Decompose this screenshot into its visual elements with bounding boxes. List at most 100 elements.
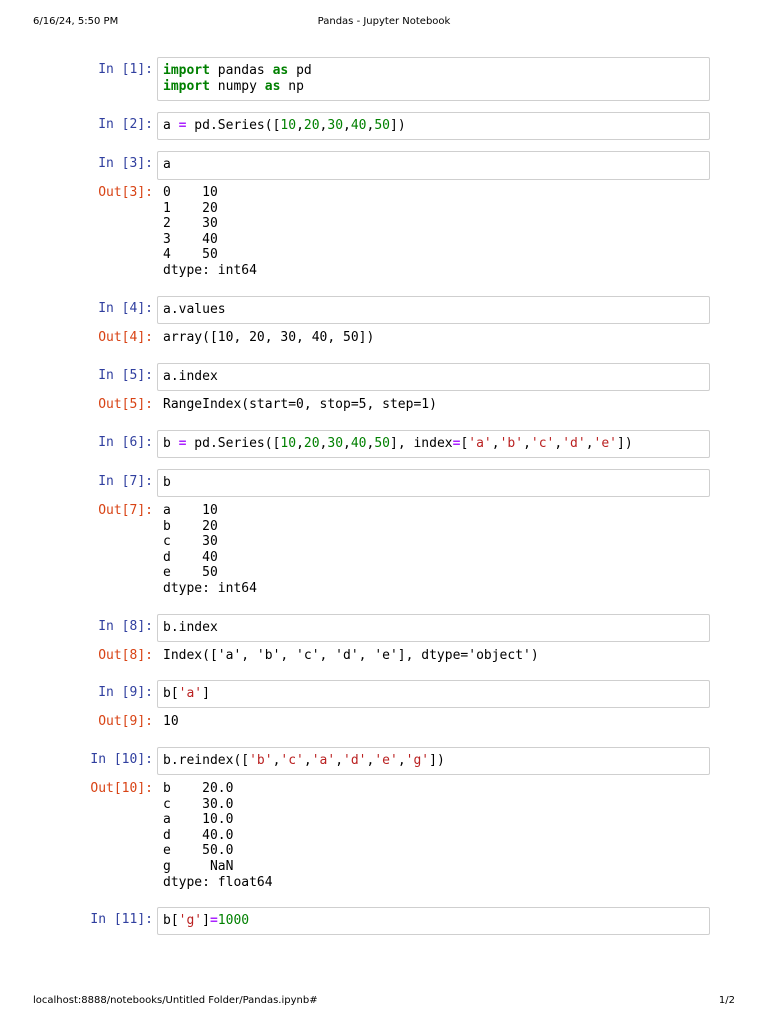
code-token: 'e' [374, 753, 398, 768]
output-prompt: Out[10]: [90, 781, 153, 796]
code-token: a.index [163, 369, 218, 384]
output-prompt: Out[5]: [98, 397, 153, 412]
input-prompt: In [1]: [98, 62, 153, 77]
code-token: pd [288, 63, 312, 78]
output-prompt: Out[8]: [98, 648, 153, 663]
code-editor[interactable]: a [158, 152, 709, 173]
output-prompt: Out[3]: [98, 185, 153, 200]
code-cell-10[interactable]: b.reindex(['b','c','a','d','e','g']) [157, 747, 710, 775]
code-cell-3[interactable]: a [157, 151, 710, 180]
code-editor[interactable]: a = pd.Series([10,20,30,40,50]) [158, 113, 709, 134]
code-editor[interactable]: import pandas as pd import numpy as np [158, 58, 709, 94]
code-token: b.reindex([ [163, 753, 250, 768]
code-token: , [585, 436, 594, 451]
code-token: 10 [280, 436, 297, 451]
code-token: ] [202, 686, 210, 701]
code-token: 50 [374, 436, 390, 451]
code-token: ]) [617, 436, 633, 451]
code-token: ], index [390, 436, 453, 451]
code-editor[interactable]: a.index [158, 364, 709, 385]
code-token: pandas [209, 63, 273, 78]
code-cell-9[interactable]: b['a'] [157, 680, 710, 708]
code-editor[interactable]: b.reindex(['b','c','a','d','e','g']) [158, 748, 709, 769]
code-token: 'a' [178, 686, 203, 701]
code-cell-8[interactable]: b.index [157, 614, 710, 642]
code-token: pd.Series([ [186, 436, 281, 451]
code-token: b[ [163, 913, 179, 928]
code-editor[interactable]: b['g']=1000 [158, 908, 709, 929]
code-token: , [296, 118, 304, 133]
code-editor[interactable]: b [158, 470, 709, 491]
input-prompt: In [5]: [98, 368, 153, 383]
code-token: as [264, 78, 281, 94]
code-token: b[ [163, 686, 179, 701]
code-token: , [335, 753, 344, 768]
cell-output-8: Index(['a', 'b', 'c', 'd', 'e'], dtype='… [163, 648, 539, 663]
code-token: 'c' [530, 436, 555, 451]
code-editor[interactable]: b['a'] [158, 681, 709, 702]
code-editor[interactable]: b = pd.Series([10,20,30,40,50], index=['… [158, 431, 709, 452]
output-prompt: Out[9]: [98, 714, 153, 729]
output-prompt: Out[7]: [98, 503, 153, 518]
code-cell-1[interactable]: import pandas as pd import numpy as np [157, 57, 710, 101]
code-token: , [523, 436, 531, 451]
code-cell-6[interactable]: b = pd.Series([10,20,30,40,50], index=['… [157, 430, 710, 458]
code-token: ] [202, 913, 210, 928]
code-editor[interactable]: a.values [158, 297, 709, 318]
output-prompt: Out[4]: [98, 330, 153, 345]
code-token: 40 [350, 436, 367, 451]
code-token: , [343, 436, 351, 451]
cell-output-5: RangeIndex(start=0, stop=5, step=1) [163, 397, 437, 412]
code-cell-7[interactable]: b [157, 469, 710, 497]
code-token: 'e' [593, 436, 618, 451]
code-token: = [209, 913, 218, 928]
input-prompt: In [9]: [98, 685, 153, 700]
code-token: 'd' [562, 436, 586, 451]
code-token: pd.Series([ [186, 118, 281, 133]
code-token: b [163, 475, 171, 490]
cell-output-4: array([10, 20, 30, 40, 50]) [163, 330, 375, 345]
code-token: a [163, 157, 171, 172]
input-prompt: In [11]: [90, 912, 153, 927]
code-token: np [280, 78, 304, 94]
cell-output-9: 10 [163, 714, 179, 729]
input-prompt: In [8]: [98, 619, 153, 634]
page-url: localhost:8888/notebooks/Untitled Folder… [33, 995, 318, 1006]
code-token: 20 [303, 118, 320, 133]
code-token: , [296, 436, 304, 451]
code-cell-11[interactable]: b['g']=1000 [157, 907, 710, 935]
code-token: 1000 [217, 913, 250, 928]
cell-output-7: a 10 b 20 c 30 d 40 e 50 dtype: int64 [163, 503, 257, 596]
code-token: as [272, 63, 289, 78]
code-token: , [397, 753, 406, 768]
page-title: Pandas - Jupyter Notebook [317, 16, 451, 27]
code-token: b.index [163, 620, 218, 635]
input-prompt: In [6]: [98, 435, 153, 450]
input-prompt: In [10]: [90, 752, 153, 767]
code-token: import [163, 63, 210, 78]
code-cell-2[interactable]: a = pd.Series([10,20,30,40,50]) [157, 112, 710, 140]
code-token: numpy [209, 78, 265, 94]
code-token: 'a' [468, 436, 492, 451]
code-token: 'b' [499, 436, 524, 451]
code-token: 'g' [178, 913, 203, 928]
code-editor[interactable]: b.index [158, 615, 709, 636]
page-number: 1/2 [718, 995, 735, 1006]
code-token: ]) [390, 118, 406, 133]
code-token: a [163, 118, 179, 133]
code-token: , [343, 118, 351, 133]
code-token: 50 [374, 118, 390, 133]
code-token: 'g' [405, 753, 430, 768]
code-token: 'd' [343, 753, 367, 768]
code-token: , [303, 753, 312, 768]
code-cell-5[interactable]: a.index [157, 363, 710, 391]
code-token: 'b' [249, 753, 273, 768]
code-cell-4[interactable]: a.values [157, 296, 710, 324]
code-token: , [491, 436, 500, 451]
cell-output-10: b 20.0 c 30.0 a 10.0 d 40.0 e 50.0 g NaN… [163, 781, 273, 890]
cell-output-3: 0 10 1 20 2 30 3 40 4 50 dtype: int64 [163, 185, 257, 278]
input-prompt: In [3]: [98, 156, 153, 171]
code-token: 20 [303, 436, 320, 451]
code-token: import [163, 78, 210, 94]
code-token: 'a' [311, 753, 336, 768]
